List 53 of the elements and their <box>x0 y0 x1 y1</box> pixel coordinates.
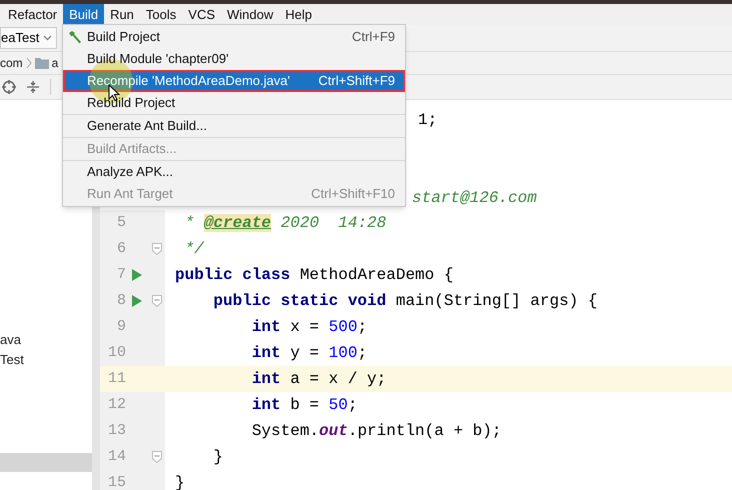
code-line: System.out.println(a + b); <box>250 421 502 441</box>
menu-item[interactable]: Run <box>104 4 140 25</box>
menu-entry[interactable]: Rebuild Project <box>63 92 405 114</box>
line-number: 6 <box>116 238 126 259</box>
collapse-icon[interactable] <box>26 80 40 94</box>
fold-icon[interactable] <box>152 451 162 463</box>
code-line: int y = 100; <box>250 343 368 363</box>
code-line: int a = x / y; <box>250 369 386 389</box>
code-line: * @create 2020 14:28 <box>184 213 386 233</box>
run-config-dropdown[interactable]: eaTest <box>0 27 58 49</box>
line-number: 10 <box>106 342 126 363</box>
chevron-icon <box>26 57 32 69</box>
menu-entry[interactable]: Build Project Ctrl+F9 <box>63 26 405 48</box>
hammer-icon <box>68 30 82 44</box>
menu-item[interactable]: Window <box>221 4 280 25</box>
menu-entry[interactable]: Build Module 'chapter09' <box>63 48 405 70</box>
fold-icon[interactable] <box>152 295 162 307</box>
fold-icon[interactable] <box>152 243 162 255</box>
code-line: public static void main(String[] args) { <box>212 291 598 311</box>
line-number: 8 <box>116 290 126 311</box>
code-line: public class MethodAreaDemo { <box>175 265 454 285</box>
menu-item[interactable]: VCS <box>182 4 222 25</box>
breadcrumb-item[interactable]: a <box>52 54 58 72</box>
menu-entry[interactable]: Generate Ant Build... <box>63 115 405 137</box>
code-line: */ <box>184 239 204 259</box>
menu-item[interactable]: Tools <box>140 4 182 25</box>
line-number: 15 <box>106 472 126 490</box>
crosshair-icon[interactable] <box>2 80 16 94</box>
code-line: } <box>212 447 224 467</box>
code-line: int x = 500; <box>250 317 368 337</box>
line-number: 9 <box>116 316 126 337</box>
line-number: 14 <box>106 446 126 467</box>
breadcrumb-item[interactable]: com <box>0 54 23 72</box>
code-fragment: 1; <box>418 110 438 131</box>
chevron-icon <box>43 35 52 41</box>
code-line: } <box>175 473 185 490</box>
line-number: 13 <box>106 420 126 441</box>
menu-entry[interactable]: Recompile 'MethodAreaDemo.java' Ctrl+Shift+F9 <box>63 70 405 92</box>
menu-entry[interactable]: Analyze APK... <box>63 161 405 183</box>
menu-item[interactable]: Refactor <box>2 4 64 25</box>
line-number: 12 <box>106 394 126 415</box>
code-fragment: start@126.com <box>412 188 537 209</box>
line-number: 7 <box>116 264 126 285</box>
line-number: 5 <box>116 212 126 233</box>
run-icon[interactable] <box>132 295 142 307</box>
code-line: int b = 50; <box>250 395 358 415</box>
folder-icon <box>34 57 49 69</box>
tree-item[interactable]: Test <box>0 350 92 369</box>
menu-item[interactable]: Help <box>279 4 318 25</box>
tree-item[interactable]: ava <box>0 330 92 349</box>
menu-item[interactable]: Build <box>63 4 104 25</box>
line-number: 11 <box>106 368 126 389</box>
run-icon[interactable] <box>132 269 142 281</box>
